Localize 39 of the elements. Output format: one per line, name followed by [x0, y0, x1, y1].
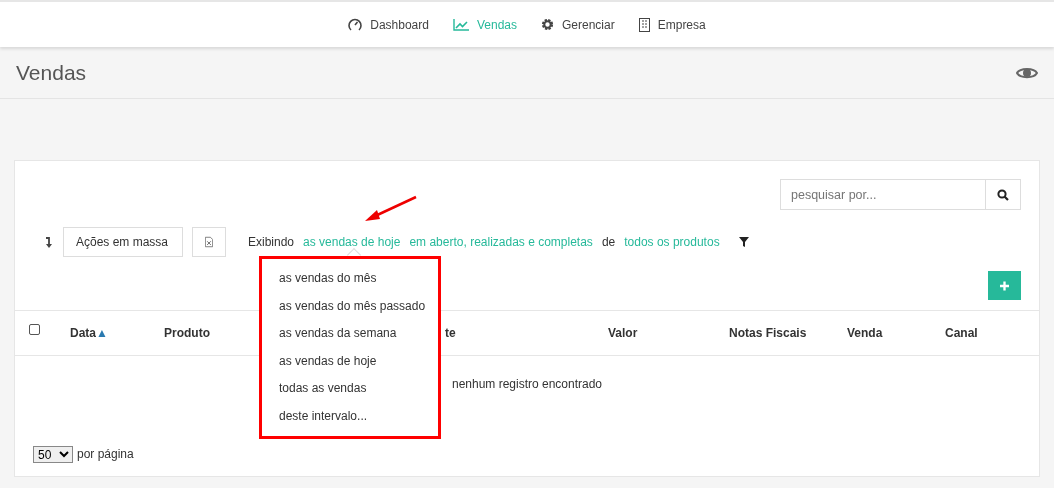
export-button[interactable]: [192, 227, 226, 257]
column-header: Venda: [847, 326, 883, 340]
sort-indicator[interactable]: ▲: [96, 326, 108, 340]
search-field[interactable]: pesquisar por...: [780, 179, 986, 210]
menu-item[interactable]: as vendas de hoje: [262, 347, 438, 375]
eye-icon[interactable]: [1016, 65, 1038, 80]
filter-label: de: [601, 234, 616, 251]
search-icon: [997, 189, 1009, 202]
column-header: Valor: [608, 326, 638, 340]
select-all-checkbox[interactable]: [29, 324, 40, 335]
column-header: te: [445, 326, 456, 340]
gauge-icon: [348, 18, 363, 31]
menu-item[interactable]: as vendas do mês: [262, 265, 438, 293]
nav-link[interactable]: Gerenciar: [541, 15, 615, 34]
per-page-label: por página: [77, 446, 134, 463]
column-header: Canal: [945, 326, 978, 340]
line-chart-icon: [452, 18, 469, 31]
nav-link[interactable]: Empresa: [638, 15, 706, 34]
column-header[interactable]: Data: [70, 326, 96, 340]
filter-label: Exibindo: [248, 234, 295, 251]
menu-item[interactable]: todas as vendas: [262, 375, 438, 403]
filter-icon[interactable]: [738, 237, 749, 247]
gear-icon: [541, 18, 554, 31]
spreadsheet-file-icon: [205, 235, 213, 249]
per-page-select[interactable]: 50: [33, 445, 73, 463]
nav-link[interactable]: Dashboard: [348, 15, 429, 34]
menu-item[interactable]: as vendas da semana: [262, 320, 438, 348]
column-header: Produto: [164, 326, 210, 340]
building-icon: [638, 17, 650, 32]
sort-down-icon[interactable]: [45, 236, 53, 248]
column-header: Notas Fiscais: [729, 326, 807, 340]
bulk-actions-dropdown[interactable]: Ações em massa: [63, 227, 183, 257]
menu-item[interactable]: deste intervalo...: [262, 402, 438, 430]
annotation-arrow: [363, 195, 418, 223]
plus-icon: [1000, 280, 1009, 291]
search-button[interactable]: [986, 179, 1021, 210]
empty-message: nenhum registro encontrado: [451, 377, 603, 391]
menu-item[interactable]: as vendas do mês passado: [262, 292, 438, 320]
page-title: Vendas: [16, 59, 87, 86]
